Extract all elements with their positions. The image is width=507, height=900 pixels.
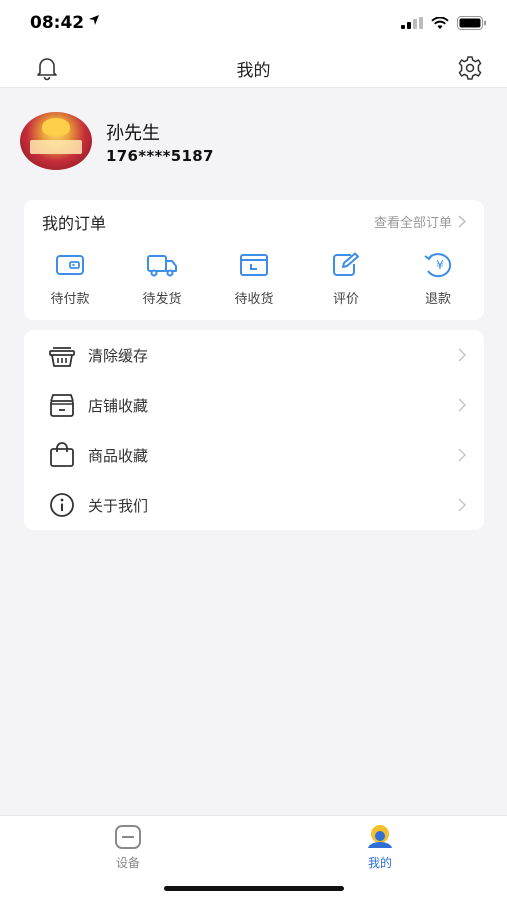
wallet-icon — [56, 255, 84, 275]
edit-icon — [333, 252, 359, 276]
menu-item-store-favorites[interactable]: 店铺收藏 — [24, 380, 484, 430]
menu-item-clear-cache[interactable]: 清除缓存 — [24, 330, 484, 380]
package-icon — [240, 254, 268, 276]
order-item-label: 评价 — [332, 292, 359, 307]
bag-icon — [50, 442, 74, 467]
chevron-right-icon — [458, 348, 466, 362]
app-screen: 08:42 我的 孙先生 176****5187 我的订单 查看全部订单 待付款… — [0, 0, 507, 900]
device-icon — [115, 825, 141, 849]
gear-icon[interactable] — [457, 55, 483, 81]
avatar[interactable] — [20, 112, 92, 170]
basket-icon — [49, 347, 75, 367]
order-status-row: 待付款 待发货 待收货 评价 ¥ 退款 — [24, 250, 484, 310]
bottom-tab-bar: 设备 我的 — [0, 815, 507, 900]
settings-menu-card: 清除缓存 店铺收藏 商品收藏 关于我们 — [24, 330, 484, 530]
tab-profile[interactable]: 我的 — [330, 824, 430, 874]
svg-text:¥: ¥ — [436, 258, 444, 272]
view-all-orders-link[interactable]: 查看全部订单 — [374, 212, 466, 231]
page-title: 我的 — [236, 61, 271, 81]
order-item-label: 待付款 — [50, 292, 90, 307]
battery-icon — [457, 16, 486, 30]
tab-label: 设备 — [115, 856, 140, 870]
order-pending-shipment[interactable]: 待发货 — [122, 250, 202, 310]
orders-title: 我的订单 — [42, 214, 107, 233]
order-pending-payment[interactable]: 待付款 — [30, 250, 110, 310]
menu-item-label: 店铺收藏 — [88, 397, 149, 415]
menu-item-label: 清除缓存 — [88, 347, 149, 365]
cellular-signal-icon — [401, 17, 423, 29]
menu-item-product-favorites[interactable]: 商品收藏 — [24, 430, 484, 480]
menu-item-label: 关于我们 — [88, 497, 149, 515]
nav-bar: 我的 — [0, 48, 507, 88]
chevron-right-icon — [458, 448, 466, 462]
refund-yuan-icon: ¥ — [424, 253, 452, 278]
profile-header[interactable]: 孙先生 176****5187 — [0, 88, 507, 196]
profile-icon — [368, 825, 392, 848]
user-name: 孙先生 — [106, 123, 160, 144]
order-review[interactable]: 评价 — [306, 250, 386, 310]
order-item-label: 待发货 — [142, 292, 182, 307]
status-time: 08:42 — [30, 13, 85, 33]
order-pending-receipt[interactable]: 待收货 — [214, 250, 294, 310]
home-indicator — [164, 886, 344, 891]
order-item-label: 待收货 — [234, 292, 274, 307]
store-icon — [50, 394, 74, 417]
chevron-right-icon — [458, 498, 466, 512]
status-indicators — [401, 16, 487, 30]
status-bar: 08:42 — [0, 0, 507, 48]
info-icon — [50, 493, 74, 517]
menu-item-about-us[interactable]: 关于我们 — [24, 480, 484, 530]
order-refund[interactable]: ¥ 退款 — [398, 250, 478, 310]
wifi-icon — [431, 16, 449, 29]
chevron-right-icon — [458, 398, 466, 412]
chevron-right-icon — [458, 215, 466, 228]
location-arrow-icon — [89, 15, 99, 25]
user-phone: 176****5187 — [106, 147, 214, 165]
tab-label: 我的 — [367, 856, 392, 870]
tab-device[interactable]: 设备 — [78, 824, 178, 874]
orders-card: 我的订单 查看全部订单 待付款 待发货 待收货 评价 ¥ 退款 — [24, 200, 484, 320]
view-all-orders-label: 查看全部订单 — [373, 216, 452, 231]
truck-icon — [147, 255, 177, 277]
menu-item-label: 商品收藏 — [88, 447, 149, 465]
order-item-label: 退款 — [424, 292, 451, 307]
